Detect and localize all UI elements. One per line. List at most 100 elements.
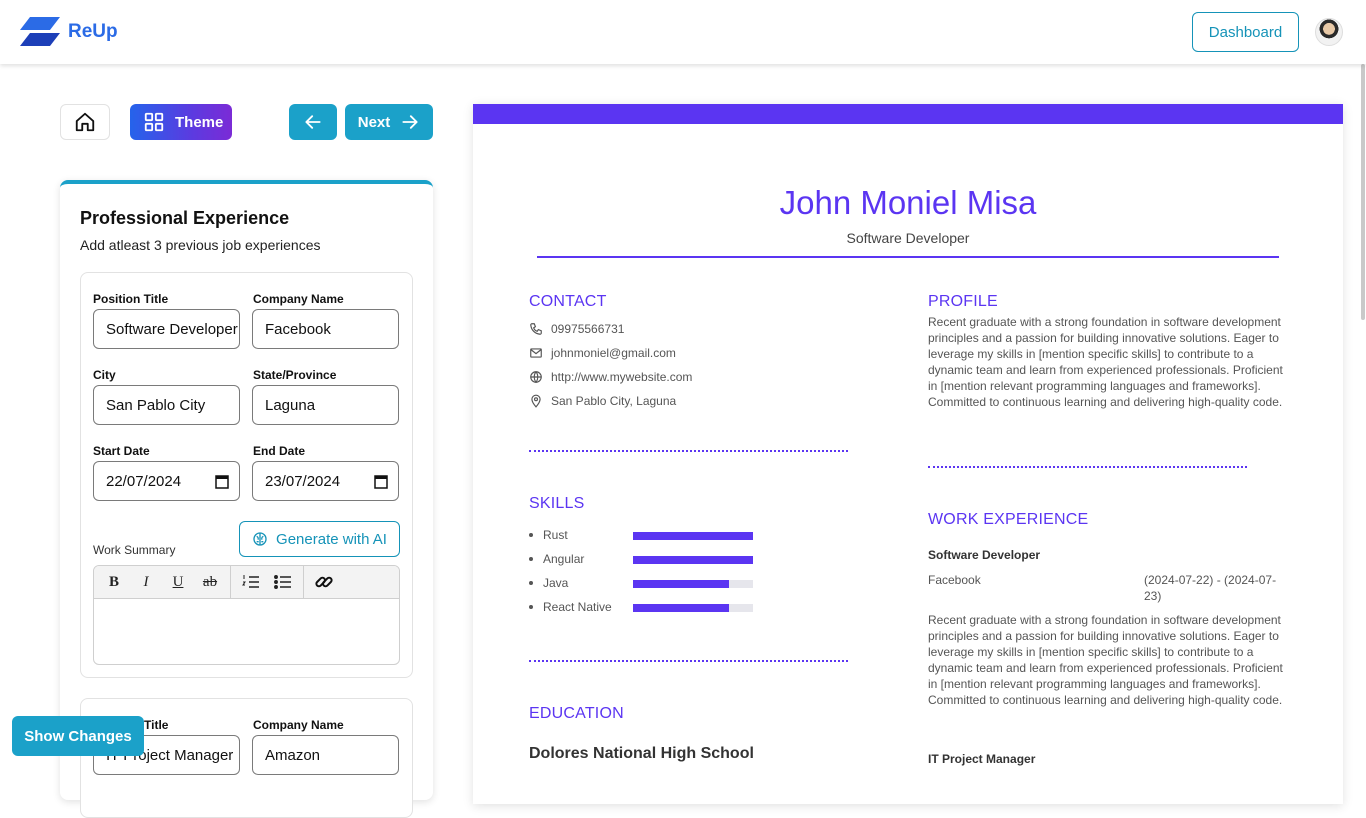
- education-heading: EDUCATION: [529, 705, 624, 722]
- resume-name: John Moniel Misa: [779, 184, 1037, 221]
- globe-icon: [530, 371, 542, 384]
- editor-toolbar: B I U ab: [94, 566, 399, 599]
- skill-item: Java: [529, 576, 759, 590]
- experience-entry: Position Title Software Developer Compan…: [80, 272, 413, 678]
- form-subtitle: Add atleast 3 previous job experiences: [80, 237, 321, 253]
- section-divider: [529, 660, 848, 662]
- company-name-label: Company Name: [253, 292, 344, 306]
- skill-level-fill: [633, 556, 753, 564]
- numbered-list-button[interactable]: [235, 566, 267, 599]
- section-divider: [529, 450, 848, 452]
- start-date-input[interactable]: 22/07/2024: [93, 461, 240, 501]
- experience-form-card: Professional Experience Add atleast 3 pr…: [60, 180, 433, 818]
- skill-name: Java: [543, 576, 569, 590]
- bold-button[interactable]: B: [98, 566, 130, 599]
- underline-button[interactable]: U: [162, 566, 194, 599]
- generate-ai-button[interactable]: Generate with AI: [239, 521, 400, 557]
- skill-level-bar: [633, 556, 753, 564]
- company-name-input[interactable]: Facebook: [252, 309, 399, 349]
- logo-icon: [20, 17, 60, 46]
- generate-ai-label: Generate with AI: [276, 530, 387, 548]
- link-icon: [315, 576, 333, 588]
- state-label: State/Province: [253, 368, 337, 382]
- brand-logo[interactable]: ReUp: [20, 17, 118, 47]
- arrow-right-icon: [402, 115, 418, 129]
- brand-name: ReUp: [68, 21, 118, 42]
- arrow-left-icon: [305, 115, 321, 129]
- job-company: Facebook: [928, 573, 981, 587]
- work-heading: WORK EXPERIENCE: [928, 511, 1089, 528]
- end-date-input[interactable]: 23/07/2024: [252, 461, 399, 501]
- toolbar-divider: [303, 566, 304, 599]
- calendar-icon[interactable]: [374, 474, 388, 489]
- position-title-input[interactable]: Software Developer: [93, 309, 240, 349]
- skills-heading: SKILLS: [529, 495, 585, 512]
- page-scrollbar[interactable]: [1361, 64, 1365, 320]
- show-changes-button[interactable]: Show Changes: [12, 716, 144, 756]
- skill-name: Angular: [543, 552, 585, 566]
- city-label: City: [93, 368, 116, 382]
- city-input[interactable]: San Pablo City: [93, 385, 240, 425]
- theme-button[interactable]: Theme: [130, 104, 232, 140]
- profile-heading: PROFILE: [928, 293, 998, 310]
- contact-website: http://www.mywebsite.com: [529, 370, 692, 384]
- job-title: IT Project Manager: [928, 752, 1036, 766]
- brain-icon: [253, 532, 267, 546]
- map-pin-icon: [531, 394, 541, 408]
- mail-icon: [530, 348, 542, 358]
- toolbar-divider: [230, 566, 231, 599]
- start-date-label: Start Date: [93, 444, 150, 458]
- bullet-dot: [529, 581, 533, 585]
- skill-item: React Native: [529, 600, 759, 614]
- dashboard-button[interactable]: Dashboard: [1192, 12, 1299, 52]
- home-icon: [75, 112, 95, 132]
- next-button[interactable]: Next: [345, 104, 433, 140]
- bullet-dot: [529, 605, 533, 609]
- profile-text: Recent graduate with a strong foundation…: [928, 315, 1283, 409]
- skill-item: Rust: [529, 528, 759, 542]
- contact-phone: 09975566731: [529, 322, 624, 336]
- job-title: Software Developer: [928, 548, 1041, 562]
- top-navbar: ReUp Dashboard: [0, 0, 1366, 64]
- skill-item: Angular: [529, 552, 759, 566]
- position-title-label: Title: [144, 718, 169, 732]
- location-text: San Pablo City, Laguna: [551, 394, 677, 408]
- resume-preview: John Moniel Misa Software Developer CONT…: [473, 104, 1343, 804]
- contact-location: San Pablo City, Laguna: [529, 394, 676, 408]
- skill-name: Rust: [543, 528, 568, 542]
- theme-label: Theme: [175, 113, 224, 131]
- start-date-value: 22/07/2024: [106, 472, 182, 490]
- position-title-label: Position Title: [93, 292, 169, 306]
- bullet-dot: [529, 557, 533, 561]
- home-button[interactable]: [60, 104, 110, 140]
- phone-text: 09975566731: [551, 322, 625, 336]
- calendar-icon[interactable]: [215, 474, 229, 489]
- company-name-input[interactable]: Amazon: [252, 735, 399, 775]
- contact-email: johnmoniel@gmail.com: [529, 346, 676, 360]
- work-summary-editor[interactable]: B I U ab: [93, 565, 400, 665]
- job-summary: Recent graduate with a strong foundation…: [928, 613, 1283, 707]
- skill-level-bar: [633, 532, 753, 540]
- end-date-value: 23/07/2024: [265, 472, 341, 490]
- skill-level-fill: [633, 580, 729, 588]
- link-button[interactable]: [308, 566, 340, 599]
- bullet-list-icon: [274, 575, 291, 589]
- resume-role: Software Developer: [846, 230, 970, 246]
- header-divider: [537, 256, 1279, 258]
- user-avatar[interactable]: [1315, 18, 1343, 46]
- education-school: Dolores National High School: [529, 745, 754, 762]
- resume-accent-bar: [473, 104, 1343, 124]
- job-dates: (2024-07-22) - (2024-07-23): [1144, 573, 1277, 603]
- grid-icon: [144, 112, 164, 132]
- state-input[interactable]: Laguna: [252, 385, 399, 425]
- work-summary-label: Work Summary: [93, 543, 176, 557]
- phone-icon: [530, 323, 542, 335]
- skill-level-bar: [633, 604, 753, 612]
- bullet-list-button[interactable]: [267, 566, 299, 599]
- italic-button[interactable]: I: [130, 566, 162, 599]
- section-divider: [928, 466, 1247, 468]
- strikethrough-button[interactable]: ab: [194, 566, 226, 599]
- skill-level-bar: [633, 580, 753, 588]
- contact-heading: CONTACT: [529, 293, 607, 310]
- previous-button[interactable]: [289, 104, 337, 140]
